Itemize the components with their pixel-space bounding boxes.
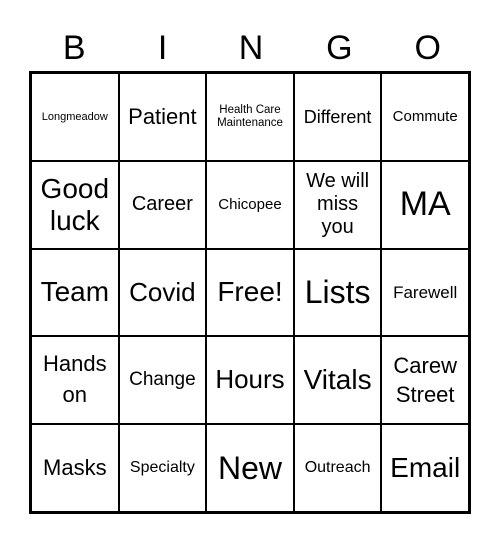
header-letter-n: N (238, 29, 264, 67)
header-letter-o: O (414, 29, 441, 67)
bingo-cell[interactable]: Email (381, 424, 469, 512)
bingo-cell[interactable]: Outreach (293, 424, 382, 512)
bingo-cell[interactable]: Chicopee (206, 160, 294, 249)
bingo-cell[interactable]: Lists (293, 248, 382, 337)
header-letter-b: B (62, 29, 86, 67)
bingo-cell[interactable]: Specialty (118, 424, 207, 512)
bingo-cell[interactable]: Team (31, 248, 119, 337)
bingo-cell[interactable]: Health Care Maintenance (206, 73, 294, 161)
bingo-cell[interactable]: Career (118, 160, 207, 249)
header-letter-g: G (326, 29, 353, 67)
bingo-cell[interactable]: Vitals (293, 336, 382, 425)
bingo-cell[interactable]: Hands on (31, 336, 119, 425)
bingo-cell[interactable]: MA (381, 160, 469, 249)
bingo-cell[interactable]: Hours (206, 336, 294, 425)
bingo-cell[interactable]: Longmeadow (31, 73, 119, 161)
bingo-cell[interactable]: Commute (381, 73, 469, 161)
bingo-header: B I N G O (30, 26, 472, 70)
bingo-cell[interactable]: Carew Street (381, 336, 469, 425)
bingo-cell[interactable]: Masks (31, 424, 119, 512)
bingo-cell[interactable]: Patient (118, 73, 207, 161)
bingo-cell[interactable]: We will miss you (293, 160, 382, 249)
bingo-cell[interactable]: Farewell (381, 248, 469, 337)
bingo-cell[interactable]: Covid (118, 248, 207, 337)
bingo-cell[interactable]: New (206, 424, 294, 512)
bingo-cell[interactable]: Different (293, 73, 382, 161)
free-space-cell[interactable]: Free! (206, 248, 294, 337)
bingo-cell[interactable]: Good luck (31, 160, 119, 249)
header-letter-i: I (157, 29, 168, 67)
bingo-grid: Longmeadow Patient Health Care Maintenan… (29, 71, 471, 514)
bingo-cell[interactable]: Change (118, 336, 207, 425)
